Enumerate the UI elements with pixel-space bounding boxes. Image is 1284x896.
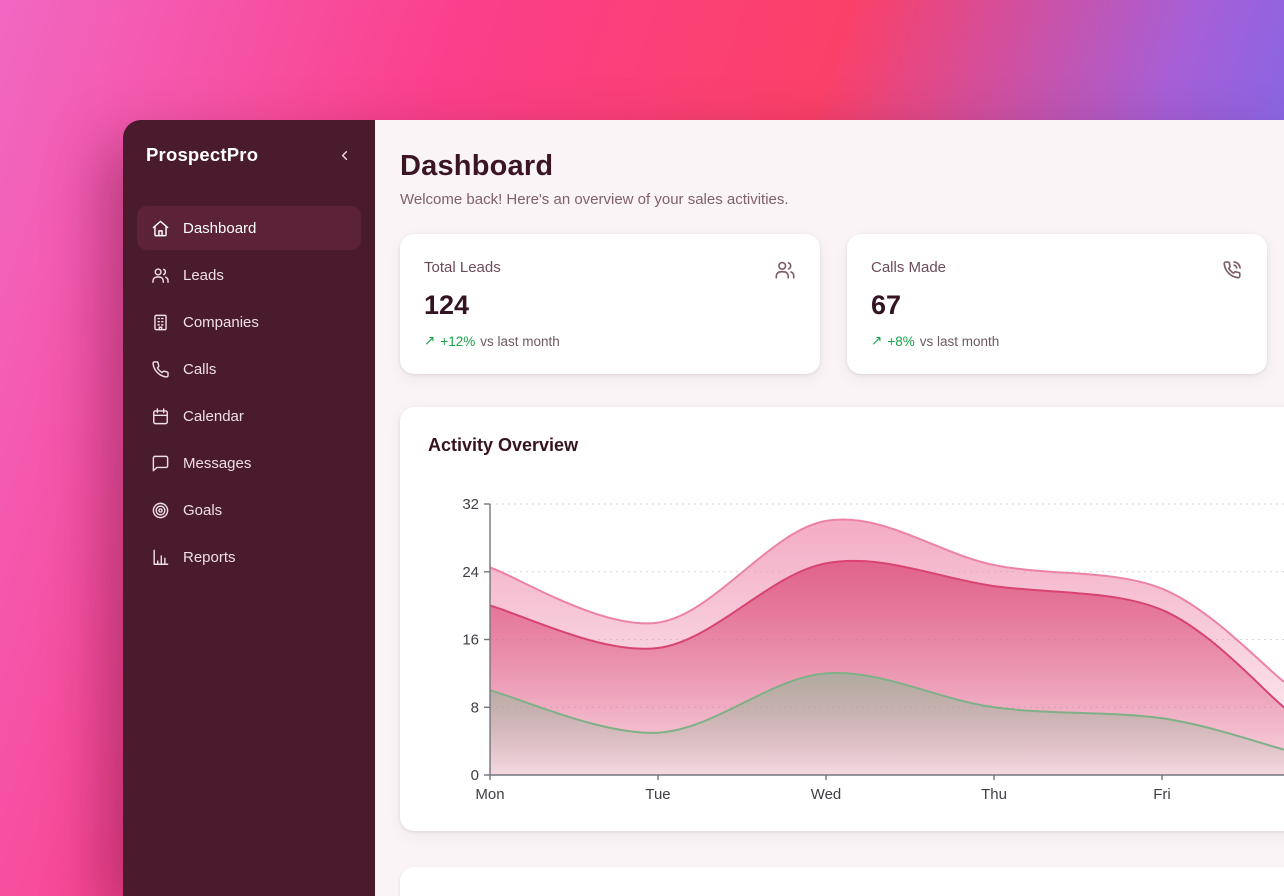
trend-period: vs last month	[480, 334, 560, 349]
x-tick-label: Fri	[1153, 786, 1171, 803]
sidebar-item-label: Calls	[183, 361, 216, 378]
building-icon	[151, 313, 170, 332]
target-icon	[151, 501, 170, 520]
stat-card-calls-made: Calls Made 67 ↗ +8% vs last month	[847, 234, 1267, 374]
sidebar-header: ProspectPro	[137, 142, 361, 168]
home-icon	[151, 219, 170, 238]
stat-label: Total Leads	[424, 259, 501, 276]
sidebar-item-label: Calendar	[183, 408, 244, 425]
message-square-icon	[151, 454, 170, 473]
activity-overview-card: Activity Overview 0 8 16 24 32 Mon Tue Wed Thu Fr…	[400, 407, 1284, 831]
sidebar-item-calendar[interactable]: Calendar	[137, 394, 361, 438]
y-tick-label: 0	[471, 767, 479, 784]
sidebar: ProspectPro Dashboard Leads Companies Ca…	[123, 120, 375, 896]
y-tick-label: 32	[462, 496, 479, 513]
sidebar-item-dashboard[interactable]: Dashboard	[137, 206, 361, 250]
sidebar-item-label: Dashboard	[183, 220, 256, 237]
sidebar-item-label: Companies	[183, 314, 259, 331]
stat-value: 124	[424, 290, 796, 321]
trend-up-icon: ↗	[871, 333, 882, 349]
y-tick-label: 8	[471, 699, 479, 716]
trend-period: vs last month	[920, 334, 1000, 349]
sidebar-item-label: Messages	[183, 455, 251, 472]
calendar-icon	[151, 407, 170, 426]
sidebar-item-label: Goals	[183, 502, 222, 519]
sidebar-collapse-button[interactable]	[333, 144, 355, 166]
page-title: Dashboard	[400, 150, 1284, 183]
phone-call-icon	[1221, 259, 1243, 281]
sidebar-item-goals[interactable]: Goals	[137, 488, 361, 532]
sidebar-item-messages[interactable]: Messages	[137, 441, 361, 485]
trend-value: +8%	[887, 334, 914, 349]
users-icon	[774, 259, 796, 281]
app-logo: ProspectPro	[146, 144, 258, 166]
stat-value: 67	[871, 290, 1243, 321]
stat-label: Calls Made	[871, 259, 946, 276]
sidebar-item-label: Reports	[183, 549, 236, 566]
chevron-left-icon	[337, 148, 352, 163]
sidebar-item-reports[interactable]: Reports	[137, 535, 361, 579]
y-tick-label: 24	[462, 564, 479, 581]
x-tick-label: Tue	[645, 786, 670, 803]
sidebar-item-leads[interactable]: Leads	[137, 253, 361, 297]
sidebar-nav: Dashboard Leads Companies Calls Calendar…	[137, 206, 361, 579]
trend-value: +12%	[440, 334, 475, 349]
bar-chart-icon	[151, 548, 170, 567]
stat-trend: ↗ +8% vs last month	[871, 333, 1243, 349]
activity-chart: 0 8 16 24 32 Mon Tue Wed Thu Fri	[428, 468, 1284, 813]
sidebar-item-calls[interactable]: Calls	[137, 347, 361, 391]
stats-row: Total Leads 124 ↗ +12% vs last month Cal…	[400, 234, 1284, 374]
main-content: Dashboard Welcome back! Here's an overvi…	[375, 120, 1284, 896]
x-tick-label: Wed	[811, 786, 842, 803]
x-tick-label: Mon	[475, 786, 504, 803]
x-tick-label: Thu	[981, 786, 1007, 803]
stat-trend: ↗ +12% vs last month	[424, 333, 796, 349]
trend-up-icon: ↗	[424, 333, 435, 349]
stat-card-total-leads: Total Leads 124 ↗ +12% vs last month	[400, 234, 820, 374]
page-subtitle: Welcome back! Here's an overview of your…	[400, 191, 1284, 208]
phone-icon	[151, 360, 170, 379]
partially-visible-card	[400, 867, 1284, 896]
users-icon	[151, 266, 170, 285]
app-window: ProspectPro Dashboard Leads Companies Ca…	[123, 120, 1284, 896]
chart-title: Activity Overview	[428, 435, 1284, 456]
y-tick-label: 16	[462, 632, 479, 649]
sidebar-item-label: Leads	[183, 267, 224, 284]
sidebar-item-companies[interactable]: Companies	[137, 300, 361, 344]
